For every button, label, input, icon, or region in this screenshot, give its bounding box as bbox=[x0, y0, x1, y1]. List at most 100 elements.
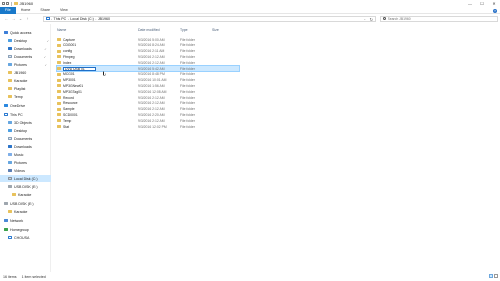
computer-icon bbox=[4, 113, 8, 116]
list-item[interactable]: MCG01 9/3/2016 8:48 PM File folder bbox=[57, 72, 235, 77]
sidebar-item-downloads[interactable]: Downloads ✓ bbox=[8, 45, 47, 52]
usb-drive-icon bbox=[4, 202, 8, 205]
list-item[interactable]: Ffmpeg 9/3/2016 2:12 AM File folder bbox=[57, 54, 235, 59]
homegroup-icon bbox=[4, 228, 8, 231]
sidebar-item-chousa[interactable]: CHOUSA bbox=[8, 234, 29, 241]
tab-view[interactable]: View bbox=[55, 7, 73, 14]
sidebar-item-jb1960[interactable]: JB1960 bbox=[8, 69, 26, 76]
file-list: Name Date modified Type Size Capture 9/3/… bbox=[52, 24, 500, 272]
window-folder-icon bbox=[13, 2, 18, 5]
navigation-buttons: ← → ⌄ ↑ bbox=[0, 16, 42, 21]
breadcrumb-this-pc[interactable]: This PC bbox=[54, 17, 67, 21]
sidebar-item-3d-objects[interactable]: 3D Objects bbox=[8, 119, 32, 126]
folder-icon bbox=[57, 49, 61, 53]
sidebar-item-downloads-pc[interactable]: Downloads bbox=[8, 143, 32, 150]
folder-icon bbox=[57, 107, 61, 111]
sidebar-item-this-pc[interactable]: This PC bbox=[4, 111, 23, 118]
folder-icon bbox=[57, 90, 61, 94]
folder-icon bbox=[57, 78, 61, 82]
column-header-size[interactable]: Size bbox=[212, 27, 219, 32]
quick-access-toolbar bbox=[0, 2, 9, 5]
computer-icon bbox=[46, 17, 50, 20]
folder-icon bbox=[57, 101, 61, 105]
list-item[interactable]: Stat 9/3/2016 12:02 PM File folder bbox=[57, 124, 235, 129]
view-switcher bbox=[489, 274, 498, 278]
folder-icon bbox=[8, 79, 12, 82]
sidebar-item-documents-pc[interactable]: Documents bbox=[8, 135, 32, 142]
status-bar: 16 items 1 item selected bbox=[0, 272, 500, 281]
column-header-name[interactable]: Name bbox=[57, 27, 66, 32]
large-icons-view-icon[interactable] bbox=[494, 274, 498, 278]
tab-file[interactable]: File bbox=[0, 6, 16, 14]
folder-icon bbox=[57, 113, 61, 117]
folder-icon bbox=[8, 210, 12, 213]
search-box[interactable] bbox=[380, 15, 498, 22]
sidebar-item-quick-access[interactable]: Quick access bbox=[4, 29, 31, 36]
pictures-icon bbox=[8, 63, 12, 66]
details-view-icon[interactable] bbox=[489, 274, 493, 278]
back-button[interactable]: ← bbox=[4, 16, 9, 21]
maximize-button[interactable]: ☐ bbox=[476, 0, 488, 7]
minimize-button[interactable]: — bbox=[464, 0, 476, 7]
sidebar-item-videos[interactable]: Videos bbox=[8, 167, 25, 174]
list-item[interactable]: SCD0001 9/3/2016 2:20 AM File folder bbox=[57, 112, 235, 117]
sidebar-item-pictures[interactable]: Pictures ✓ bbox=[8, 61, 47, 68]
list-item[interactable]: MP3GTag01 9/3/2016 12:08 AM File folder bbox=[57, 89, 235, 94]
column-header-type[interactable]: Type bbox=[180, 27, 188, 32]
selection-count: 1 item selected bbox=[21, 274, 46, 279]
list-item[interactable]: Index 9/3/2016 2:12 AM File folder bbox=[57, 60, 235, 65]
sidebar-item-karaoke-root[interactable]: Karaoke bbox=[8, 208, 27, 215]
close-button[interactable]: ✕ bbox=[488, 0, 500, 7]
help-button[interactable]: ? bbox=[493, 8, 497, 13]
sidebar-item-playlist[interactable]: Playlist bbox=[8, 85, 25, 92]
folder-icon bbox=[8, 71, 12, 74]
search-input[interactable] bbox=[387, 16, 488, 21]
list-item[interactable]: Temp 9/3/2016 2:12 AM File folder bbox=[57, 118, 235, 123]
sidebar-item-temp[interactable]: Temp bbox=[8, 93, 23, 100]
star-icon bbox=[4, 31, 8, 34]
sidebar-item-music[interactable]: Music bbox=[8, 151, 23, 158]
list-item[interactable]: Sample 9/3/2016 2:12 AM File folder bbox=[57, 107, 235, 112]
address-bar[interactable]: › This PC › Local Disk (C:) › JB1960 ⌄ ↻ bbox=[43, 15, 376, 22]
new-folder-icon[interactable] bbox=[6, 2, 9, 5]
desktop-icon bbox=[8, 129, 12, 132]
breadcrumb-jb1960[interactable]: JB1960 bbox=[98, 17, 110, 21]
download-icon bbox=[8, 145, 12, 148]
recent-locations-button[interactable]: ⌄ bbox=[18, 16, 23, 21]
sidebar-item-network[interactable]: Network bbox=[4, 217, 23, 224]
refresh-icon[interactable]: ↻ bbox=[370, 17, 373, 22]
sidebar-item-usb-disk-e-root[interactable]: USB DISK (E:) bbox=[4, 200, 34, 207]
up-button[interactable]: ↑ bbox=[25, 16, 30, 21]
window-title: JB1960 bbox=[19, 1, 34, 6]
sidebar-item-documents[interactable]: Documents ✓ bbox=[8, 53, 46, 60]
rename-input[interactable] bbox=[63, 66, 96, 71]
tab-home[interactable]: Home bbox=[16, 7, 36, 14]
sidebar-item-desktop[interactable]: Desktop ✓ bbox=[8, 37, 49, 44]
sidebar-item-usb-disk-e[interactable]: USB DISK (E:) bbox=[8, 183, 38, 190]
forward-button[interactable]: → bbox=[11, 16, 16, 21]
list-item[interactable]: Resource 9/3/2016 2:12 AM File folder bbox=[57, 101, 235, 106]
sidebar-item-local-disk-c[interactable]: Local Disk (C:) bbox=[0, 175, 51, 182]
sidebar-item-karaoke-e[interactable]: Karaoke bbox=[12, 191, 31, 198]
list-item[interactable]: MP3GNew01 9/3/2016 1:56 AM File folder bbox=[57, 83, 235, 88]
list-item-selected[interactable]: 9/3/2016 5:42 AMFile folder bbox=[56, 64, 240, 73]
sidebar-item-pictures-pc[interactable]: Pictures bbox=[8, 159, 27, 166]
sidebar-item-desktop-pc[interactable]: Desktop bbox=[8, 127, 27, 134]
folder-icon bbox=[57, 55, 61, 59]
folder-icon bbox=[57, 84, 61, 88]
list-item[interactable]: Record 9/3/2016 2:12 AM File folder bbox=[57, 95, 235, 100]
list-item[interactable]: Capture 9/3/2016 5:00 AM File folder bbox=[57, 37, 235, 42]
list-item[interactable]: MP3001 9/3/2016 10:01 AM File folder bbox=[57, 78, 235, 83]
sidebar-item-onedrive[interactable]: OneDrive bbox=[4, 102, 25, 109]
column-header-date[interactable]: Date modified bbox=[138, 27, 160, 32]
sidebar-item-homegroup[interactable]: Homegroup bbox=[4, 226, 29, 233]
properties-icon[interactable] bbox=[2, 2, 5, 5]
folder-icon bbox=[57, 96, 61, 100]
list-item[interactable]: CDG001 9/3/2016 8:24 AM File folder bbox=[57, 43, 235, 48]
list-item[interactable]: config 9/3/2016 2:11 AM File folder bbox=[57, 49, 235, 54]
address-dropdown-icon[interactable]: ⌄ bbox=[363, 17, 366, 22]
sidebar-item-karaoke[interactable]: Karaoke bbox=[8, 77, 27, 84]
breadcrumb-local-disk[interactable]: Local Disk (C:) bbox=[70, 17, 94, 21]
tab-share[interactable]: Share bbox=[35, 7, 55, 14]
cube-icon bbox=[8, 121, 12, 124]
